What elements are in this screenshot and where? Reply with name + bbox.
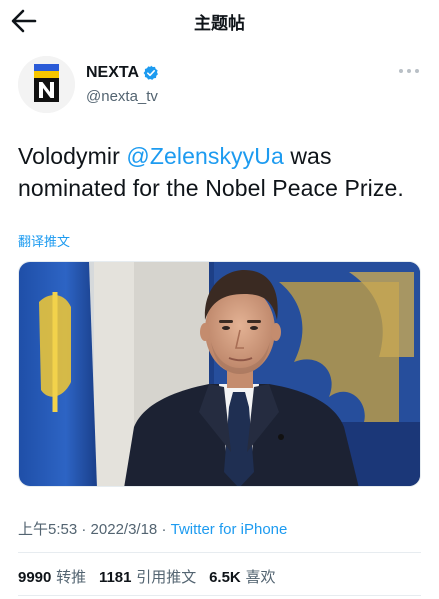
separator: · — [77, 521, 91, 538]
separator: · — [157, 521, 171, 538]
display-name[interactable]: NEXTA — [86, 64, 139, 82]
nexta-logo — [18, 56, 75, 113]
tweet-text: Volodymir @ZelenskyyUa was nominated for… — [18, 140, 428, 204]
tweet-meta: 上午5:53 · 2022/3/18 · Twitter for iPhone — [18, 518, 287, 539]
mention-link[interactable]: @ZelenskyyUa — [126, 143, 283, 169]
retweets-count: 9990 — [18, 569, 52, 586]
avatar[interactable] — [18, 56, 75, 113]
quotes-count: 1181 — [98, 569, 132, 586]
verified-badge-icon — [143, 65, 159, 81]
photo-image — [19, 262, 420, 486]
divider — [18, 552, 421, 553]
author-handle[interactable]: @nexta_tv — [86, 88, 158, 105]
likes-stat[interactable]: 6.5K 喜欢 — [209, 566, 275, 587]
tweet-date[interactable]: 2022/3/18 — [91, 521, 158, 538]
retweets-label: 转推 — [56, 568, 87, 586]
tweet-source-link[interactable]: Twitter for iPhone — [171, 521, 288, 538]
likes-count: 6.5K — [209, 569, 241, 586]
tweet-time[interactable]: 上午5:53 — [18, 521, 77, 538]
page-title: 主题帖 — [194, 14, 245, 34]
tweet-photo[interactable] — [18, 261, 421, 487]
tweet-author: NEXTA @nexta_tv — [18, 56, 423, 114]
author-name-row: NEXTA — [86, 64, 159, 82]
translate-tweet-link[interactable]: 翻译推文 — [18, 231, 70, 250]
quotes-stat[interactable]: 1181 引用推文 — [99, 566, 196, 587]
more-options-icon[interactable] — [399, 66, 419, 76]
quotes-label: 引用推文 — [136, 568, 197, 586]
tweet-text-part: Volodymir — [18, 143, 127, 169]
divider — [18, 595, 421, 596]
retweets-stat[interactable]: 9990 转推 — [18, 566, 86, 587]
top-bar: 主题帖 — [0, 0, 439, 44]
tweet-stats: 9990 转推 1181 引用推文 6.5K 喜欢 — [18, 566, 284, 587]
likes-label: 喜欢 — [245, 568, 276, 586]
